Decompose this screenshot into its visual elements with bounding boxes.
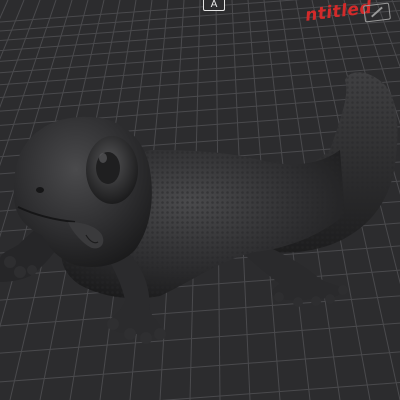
edit-icon[interactable] [363,2,391,23]
3d-viewport[interactable] [0,0,400,400]
grid-line [0,0,9,20]
grid-line [0,67,400,99]
grid-line [0,54,400,86]
grid-line [0,322,400,354]
grid-line [391,0,400,22]
bed-label: A [203,0,225,11]
grid-line [0,80,400,112]
grid-line [0,351,400,383]
